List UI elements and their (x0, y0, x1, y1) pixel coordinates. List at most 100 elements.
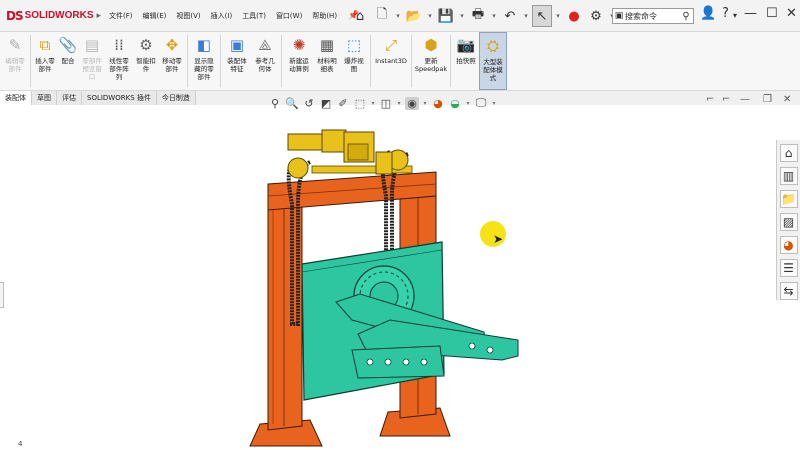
search-scope-icon[interactable]: ▣ (613, 11, 625, 21)
smart-fasteners-icon: ⚙ (139, 36, 153, 54)
select-pointer-icon[interactable]: ↖ (532, 5, 552, 27)
user-account-icon[interactable]: 👤 (700, 6, 716, 21)
instant3d-label: Instant3D (375, 57, 407, 65)
view-settings-icon[interactable]: 🖵 (474, 96, 488, 110)
undo-dropdown-icon[interactable]: ▾ (522, 5, 530, 27)
menu-view[interactable]: 视图(V) (171, 11, 205, 21)
tab-assembly[interactable]: 装配体 (0, 91, 32, 105)
appearances-scenes-icon[interactable]: ◕ (779, 236, 798, 254)
solidworks-logo[interactable]: DS SOLIDWORKS ▸ (0, 0, 104, 32)
dynamic-annotation-icon[interactable]: ✐ (336, 97, 350, 110)
smart-fasteners-button[interactable]: ⚙ 智能扣 件 (133, 32, 159, 90)
maximize-icon[interactable]: ☐ (766, 6, 778, 21)
open-dropdown-icon[interactable]: ▾ (426, 5, 434, 27)
component-preview-button[interactable]: ▤ 零部件 预览窗 口 (79, 32, 105, 90)
apply-scene-icon[interactable]: ◒ (448, 97, 462, 110)
main-menu: 文件(F) 编辑(E) 视图(V) 插入(I) 工具(T) 窗口(W) 帮助(H… (104, 0, 359, 32)
show-hidden-button[interactable]: ◧ 显示隐 藏的零 部件 (190, 32, 218, 90)
print-dropdown-icon[interactable]: ▾ (490, 5, 498, 27)
zoom-to-area-icon[interactable]: 🔍 (285, 97, 299, 110)
show-hidden-label: 显示隐 藏的零 部件 (194, 57, 214, 81)
tab-evaluate[interactable]: 评估 (57, 91, 82, 105)
exploded-view-button[interactable]: ⬚ 爆炸视 图 (340, 32, 368, 90)
menu-help[interactable]: 帮助(H) (307, 11, 342, 21)
hide-show-dropdown-icon[interactable]: ▾ (422, 100, 428, 107)
search-input[interactable]: 搜索命令 (625, 11, 679, 22)
view-orientation-icon[interactable]: ⬚ (353, 97, 367, 110)
move-component-button[interactable]: ✥ 移动零 部件 (159, 32, 185, 90)
tab-sketch[interactable]: 草图 (32, 91, 57, 105)
viewport-tile-icon[interactable]: ❐ (763, 94, 772, 105)
rebuild-traffic-light-icon[interactable]: ● (564, 5, 584, 27)
linear-pattern-label: 线性零 部件阵 列 (109, 57, 129, 81)
viewport-split-icon[interactable]: ⌐ (706, 94, 714, 105)
view-palette-icon[interactable]: ▨ (779, 213, 798, 231)
take-snapshot-button[interactable]: 📷 拍快照 (453, 32, 479, 90)
save-icon[interactable]: 💾 (436, 5, 456, 27)
menu-tools[interactable]: 工具(T) (237, 11, 271, 21)
search-commands-box[interactable]: ▣ 搜索命令 ⚲ (612, 8, 694, 24)
viewport-corner-text: 4 (18, 440, 23, 448)
forum-icon[interactable]: ⇆ (779, 282, 798, 300)
minimize-icon[interactable]: — (744, 6, 757, 21)
search-icon[interactable]: ⚲ (679, 11, 693, 22)
zoom-to-fit-icon[interactable]: ⚲ (268, 97, 282, 110)
apply-scene-dropdown-icon[interactable]: ▾ (465, 100, 471, 107)
insert-components-button[interactable]: ⧉ 插入零 部件 (33, 32, 57, 90)
viewport-restore-icon[interactable]: ⌐ (722, 94, 730, 105)
help-icon[interactable]: ? (722, 6, 729, 21)
open-folder-icon[interactable]: 📂 (404, 5, 424, 27)
new-motion-study-button[interactable]: ✺ 新建运 动算例 (284, 32, 314, 90)
tab-manufacturing[interactable]: 今日制造 (156, 91, 196, 105)
insert-components-icon: ⧉ (39, 36, 51, 54)
hide-show-items-icon[interactable]: ◉ (405, 96, 419, 110)
smart-fasteners-label: 智能扣 件 (136, 57, 156, 73)
help-dropdown-icon[interactable]: ▾ (733, 11, 737, 20)
select-dropdown-icon[interactable]: ▾ (554, 5, 562, 27)
assembly-3d-model[interactable] (240, 124, 540, 449)
instant3d-button[interactable]: ⤢ Instant3D (373, 32, 409, 90)
viewport-close-icon[interactable]: ✕ (783, 94, 791, 105)
drive-motor (287, 133, 323, 151)
tab-solidworks-addins[interactable]: SOLIDWORKS 插件 (82, 91, 157, 105)
save-dropdown-icon[interactable]: ▾ (458, 5, 466, 27)
view-orientation-dropdown-icon[interactable]: ▾ (370, 100, 376, 107)
options-gear-icon[interactable]: ⚙ (586, 5, 606, 27)
print-icon[interactable]: 🖶 (468, 5, 488, 27)
feature-manager-flyout-handle[interactable] (0, 282, 4, 308)
display-style-icon[interactable]: ◫ (379, 97, 393, 110)
mate-button[interactable]: 📎 配合 (57, 32, 79, 90)
new-dropdown-icon[interactable]: ▾ (394, 5, 402, 27)
edit-appearance-icon[interactable]: ◕ (431, 97, 445, 110)
undo-icon[interactable]: ↶ (500, 5, 520, 27)
file-explorer-icon[interactable]: 📁 (779, 190, 798, 208)
reference-geometry-button[interactable]: ⟁ 参考几 何体 (251, 32, 279, 90)
bill-of-materials-button[interactable]: ▦ 材料明 细表 (314, 32, 340, 90)
menu-insert[interactable]: 插入(I) (206, 11, 238, 21)
edit-component-button[interactable]: ✎ 编辑零 部件 (2, 32, 28, 90)
linear-pattern-button[interactable]: ⁞⁞ 线性零 部件阵 列 (105, 32, 133, 90)
menu-file[interactable]: 文件(F) (104, 11, 138, 21)
reference-geometry-label: 参考几 何体 (255, 57, 275, 73)
menu-window[interactable]: 窗口(W) (271, 11, 307, 21)
logo-ds: DS (6, 8, 24, 23)
solidworks-resources-icon[interactable]: ⌂ (779, 144, 798, 162)
home-icon[interactable]: ⌂ (350, 5, 370, 27)
snapshot-label: 拍快照 (456, 57, 476, 65)
motion-study-icon: ✺ (292, 36, 306, 54)
section-view-icon[interactable]: ◩ (319, 97, 333, 110)
update-speedpak-button[interactable]: ⬢ 更新 Speedpak (414, 32, 448, 90)
design-library-icon[interactable]: ▥ (779, 167, 798, 185)
menu-edit[interactable]: 编辑(E) (138, 11, 172, 21)
logo-expand-icon[interactable]: ▸ (97, 11, 102, 21)
large-assembly-mode-button[interactable]: ⛭ 大型装 配体模 式 (479, 32, 507, 90)
display-style-dropdown-icon[interactable]: ▾ (396, 100, 402, 107)
close-icon[interactable]: ✕ (786, 6, 797, 21)
viewport-minimize-icon[interactable]: — (740, 94, 750, 105)
view-settings-dropdown-icon[interactable]: ▾ (491, 100, 497, 107)
new-document-icon[interactable]: 🗋 (372, 5, 392, 27)
previous-view-icon[interactable]: ↺ (302, 97, 316, 110)
assembly-features-button[interactable]: ▣ 装配体 特征 (223, 32, 251, 90)
move-component-icon: ✥ (165, 36, 179, 54)
custom-properties-icon[interactable]: ☰ (779, 259, 798, 277)
